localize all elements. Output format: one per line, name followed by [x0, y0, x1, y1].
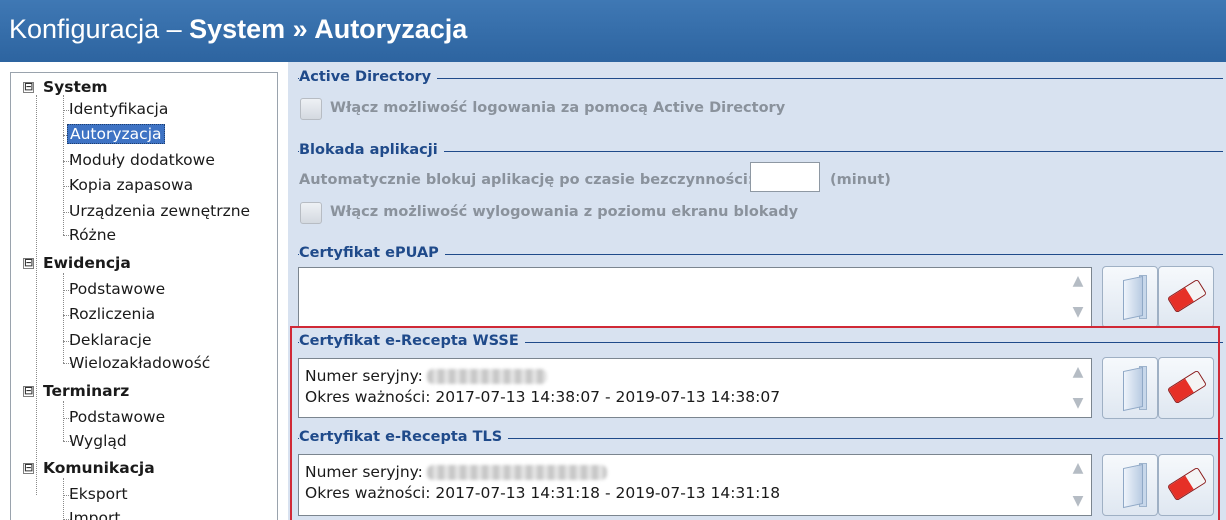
- tree-item-label: Deklaracje: [69, 331, 152, 349]
- epuap-clear-button[interactable]: [1158, 266, 1214, 328]
- window-title-prefix: Konfiguracja –: [9, 14, 190, 44]
- tree-item-label: Wygląd: [69, 432, 127, 450]
- collapse-icon[interactable]: ⊟: [23, 385, 34, 397]
- tree-group-label: Terminarz: [43, 382, 130, 400]
- tree-item-wyglad[interactable]: Wygląd: [69, 429, 127, 454]
- scroll-up-icon[interactable]: ▲: [1067, 273, 1089, 289]
- tree-item-deklaracje[interactable]: Deklaracje: [69, 328, 152, 353]
- collapse-icon[interactable]: ⊟: [23, 81, 34, 93]
- epuap-load-button[interactable]: [1102, 266, 1158, 328]
- tree-group-label: Komunikacja: [43, 459, 155, 477]
- epuap-certificate-box[interactable]: [298, 267, 1092, 327]
- tree-item-label: Podstawowe: [69, 408, 166, 426]
- auto-lock-label: Automatycznie blokuj aplikację po czasie…: [299, 172, 754, 188]
- tree-item-label: Kopia zapasowa: [69, 176, 194, 194]
- active-directory-group-title: Active Directory: [299, 69, 438, 85]
- tree-item-label: Import: [69, 509, 121, 520]
- tree-group-terminarz[interactable]: ⊟ Terminarz: [23, 379, 129, 404]
- tree-item-label: Autoryzacja: [67, 124, 165, 144]
- lock-group-title: Blokada aplikacji: [299, 142, 444, 158]
- tree-item-rozne[interactable]: Różne: [69, 223, 116, 248]
- epuap-group-title: Certyfikat ePUAP: [299, 245, 445, 261]
- tree-item-podstawowe[interactable]: Podstawowe: [69, 277, 165, 302]
- tree-item-urzadzenia-zewnetrzne[interactable]: Urządzenia zewnętrzne: [69, 199, 250, 224]
- eraser-icon: [1166, 278, 1208, 314]
- collapse-icon[interactable]: ⊟: [23, 462, 34, 474]
- epuap-scrollbar[interactable]: ▲ ▼: [1067, 268, 1089, 326]
- lock-logout-checkbox-label: Włącz możliwość wylogowania z poziomu ek…: [330, 204, 799, 220]
- tree-item-eksport[interactable]: Eksport: [69, 482, 128, 507]
- lock-logout-checkbox[interactable]: [300, 202, 322, 224]
- collapse-icon[interactable]: ⊟: [23, 257, 34, 269]
- tree-item-label: Podstawowe: [69, 280, 166, 298]
- tree-item-label: Urządzenia zewnętrzne: [69, 202, 251, 220]
- tree-item-label: Moduły dodatkowe: [69, 151, 215, 169]
- tree-item-moduly-dodatkowe[interactable]: Moduły dodatkowe: [69, 148, 215, 173]
- tree-item-label: Eksport: [69, 485, 128, 503]
- tree-item-autoryzacja[interactable]: Autoryzacja: [67, 122, 165, 147]
- window-title-bar: Konfiguracja – System » Autoryzacja: [0, 0, 1226, 62]
- tree-item-label: Różne: [69, 226, 117, 244]
- settings-tree: ⊟ System Identyfikacja Autoryzacja Moduł…: [10, 72, 278, 520]
- tree-group-ewidencja[interactable]: ⊟ Ewidencja: [23, 251, 131, 276]
- tree-item-kopia-zapasowa[interactable]: Kopia zapasowa: [69, 173, 193, 198]
- tree-group-label: Ewidencja: [43, 254, 131, 272]
- tree-item-rozliczenia[interactable]: Rozliczenia: [69, 302, 155, 327]
- active-directory-checkbox-label: Włącz możliwość logowania za pomocą Acti…: [330, 100, 786, 116]
- window-title-section: System » Autoryzacja: [189, 14, 468, 44]
- tree-item-label: Identyfikacja: [69, 100, 169, 118]
- tree-item-identyfikacja[interactable]: Identyfikacja: [69, 97, 168, 122]
- auto-lock-minutes-input[interactable]: [750, 162, 820, 192]
- tree-group-label: System: [43, 78, 108, 96]
- e-recepta-highlight-frame: [290, 326, 1220, 520]
- active-directory-checkbox[interactable]: [300, 98, 322, 120]
- tree-group-komunikacja[interactable]: ⊟ Komunikacja: [23, 456, 155, 481]
- tree-item-label: Rozliczenia: [69, 305, 156, 323]
- tree-item-label: Wielozakładowość: [69, 354, 211, 372]
- tree-item-podstawowe-terminarz[interactable]: Podstawowe: [69, 405, 165, 430]
- auto-lock-unit: (minut): [830, 172, 891, 188]
- tree-item-import[interactable]: Import: [69, 506, 120, 520]
- scroll-down-icon[interactable]: ▼: [1067, 304, 1089, 320]
- tree-item-wielozakladowosc[interactable]: Wielozakładowość: [69, 351, 210, 376]
